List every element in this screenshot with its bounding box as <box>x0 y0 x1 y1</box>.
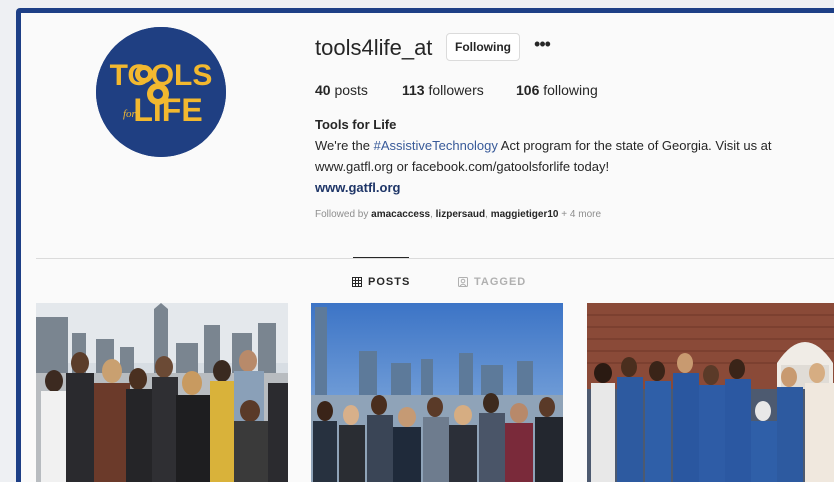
profile-username: tools4life_at <box>315 35 433 60</box>
post-image <box>36 303 288 482</box>
tab-posts-label: POSTS <box>368 276 411 288</box>
tab-tagged[interactable]: TAGGED <box>458 276 526 288</box>
tools-for-life-logo: TOOLS for LIFE <box>96 27 226 157</box>
hashtag-link[interactable]: #AssistiveTechnology <box>374 138 498 153</box>
active-tab-indicator <box>353 257 409 258</box>
follower-link[interactable]: amacaccess <box>371 209 430 220</box>
posts-stat: 40 posts <box>315 82 368 98</box>
followed-by-prefix: Followed by <box>315 209 372 220</box>
tab-posts[interactable]: POSTS <box>352 276 410 288</box>
followed-by: Followed by amacaccess, lizpersaud, magg… <box>315 209 601 220</box>
bio-name: Tools for Life <box>315 117 397 132</box>
post-thumbnail[interactable] <box>311 303 563 482</box>
follower-link[interactable]: lizpersaud <box>436 209 485 220</box>
bio-text: Act program for the state of Georgia. Vi… <box>497 138 772 153</box>
browser-frame: TOOLS for LIFE tools4life_at Following •… <box>16 8 834 482</box>
following-stat[interactable]: 106 following <box>516 82 598 98</box>
tab-tagged-label: TAGGED <box>474 276 527 288</box>
grid-icon <box>352 277 362 287</box>
profile-avatar[interactable]: TOOLS for LIFE <box>96 27 226 157</box>
followers-count: 113 <box>402 82 425 98</box>
more-followers-link[interactable]: + 4 more <box>559 209 601 220</box>
following-label: following <box>543 82 598 98</box>
follower-link[interactable]: maggietiger10 <box>491 209 559 220</box>
website-link[interactable]: www.gatfl.org <box>315 180 400 195</box>
posts-label: posts <box>334 82 368 98</box>
followers-label: followers <box>428 82 484 98</box>
tag-icon <box>458 277 468 287</box>
post-image <box>311 303 563 482</box>
post-image <box>587 303 834 482</box>
post-thumbnail[interactable] <box>36 303 288 482</box>
bio-line-2: www.gatfl.org or facebook.com/gatoolsfor… <box>315 159 610 174</box>
following-button[interactable]: Following <box>446 33 520 61</box>
followers-stat[interactable]: 113 followers <box>402 82 484 98</box>
tabs-divider <box>36 258 834 259</box>
posts-count: 40 <box>315 82 331 98</box>
bio-text: We're the <box>315 138 374 153</box>
more-options-button[interactable]: ••• <box>532 33 552 57</box>
following-count: 106 <box>516 82 540 98</box>
post-thumbnail[interactable] <box>587 303 834 482</box>
profile-page: TOOLS for LIFE tools4life_at Following •… <box>21 13 834 482</box>
bio-line-1: We're the #AssistiveTechnology Act progr… <box>315 138 772 153</box>
